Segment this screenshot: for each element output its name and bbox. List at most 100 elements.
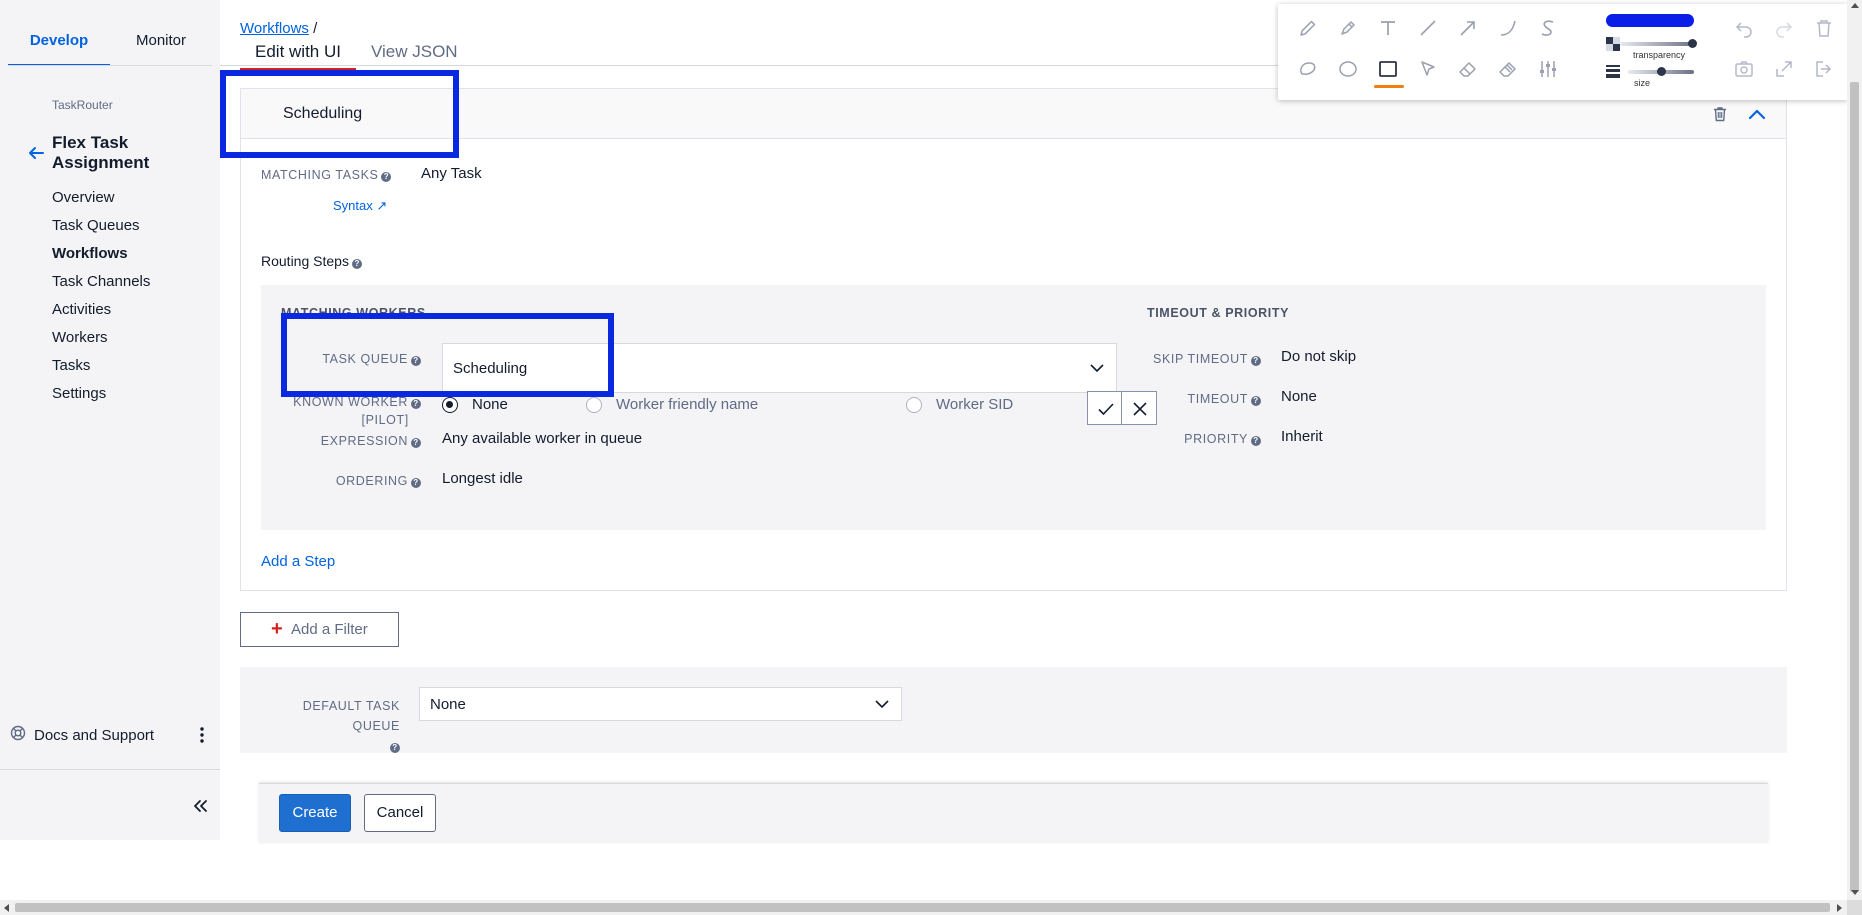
radio-worker-friendly-name[interactable]: Worker friendly name	[586, 396, 758, 413]
help-icon[interactable]: ?	[411, 478, 421, 488]
chevron-down-icon	[875, 700, 889, 709]
active-tool-indicator	[1374, 85, 1404, 88]
timeout-label: TIMEOUT?	[1121, 392, 1261, 406]
rectangle-icon[interactable]	[1376, 57, 1400, 81]
form-footer: Create Cancel	[259, 783, 1768, 843]
undo-icon[interactable]	[1732, 16, 1756, 40]
sidebar-item-task-queues[interactable]: Task Queues	[52, 212, 150, 240]
priority-value[interactable]: Inherit	[1281, 428, 1323, 445]
export-icon[interactable]	[1772, 57, 1796, 81]
breadcrumb-workflows-link[interactable]: Workflows	[240, 20, 309, 37]
priority-label: PRIORITY?	[1121, 432, 1261, 446]
sidebar-item-workflows[interactable]: Workflows	[52, 240, 150, 268]
pointer-icon[interactable]	[1416, 57, 1440, 81]
vertical-scrollbar[interactable]	[1847, 0, 1862, 900]
horizontal-scrollbar[interactable]	[0, 900, 1847, 915]
delete-filter-icon[interactable]	[1711, 105, 1729, 123]
plus-icon: +	[271, 618, 283, 640]
sidebar-nav: Overview Task Queues Workflows Task Chan…	[52, 184, 150, 408]
sidebar-item-settings[interactable]: Settings	[52, 380, 150, 408]
size-slider[interactable]	[1628, 67, 1694, 76]
default-task-queue-select[interactable]: None	[419, 687, 902, 721]
skip-timeout-label: SKIP TIMEOUT?	[1121, 352, 1261, 366]
collapse-sidebar-icon[interactable]	[190, 796, 210, 816]
routing-steps-label: Routing Steps?	[261, 253, 362, 269]
check-icon	[1098, 403, 1114, 416]
ellipse-icon[interactable]	[1336, 57, 1360, 81]
skip-timeout-value[interactable]: Do not skip	[1281, 348, 1356, 365]
arrow-icon[interactable]	[1456, 16, 1480, 40]
freehand-icon[interactable]	[1536, 16, 1560, 40]
line-icon[interactable]	[1416, 16, 1440, 40]
pencil-icon[interactable]	[1296, 16, 1320, 40]
kebab-menu-icon[interactable]	[194, 725, 210, 745]
horizontal-scroll-thumb[interactable]	[15, 903, 1830, 912]
help-icon[interactable]: ?	[1251, 356, 1261, 366]
confirm-button[interactable]	[1087, 391, 1122, 425]
sidebar-item-workers[interactable]: Workers	[52, 324, 150, 352]
color-swatch[interactable]	[1606, 14, 1694, 27]
scroll-left-arrow-icon[interactable]	[4, 904, 9, 912]
help-icon[interactable]: ?	[351, 259, 362, 269]
tab-develop[interactable]: Develop	[8, 20, 110, 66]
scroll-down-arrow-icon[interactable]	[1851, 890, 1859, 895]
add-filter-label: Add a Filter	[291, 621, 368, 638]
default-task-queue-label: DEFAULT TASK QUEUE?	[302, 699, 400, 753]
chevron-up-icon[interactable]	[1747, 105, 1767, 123]
breadcrumb: Workflows /	[240, 20, 317, 37]
fill-eraser-icon[interactable]	[1496, 57, 1520, 81]
sidebar: Develop Monitor TaskRouter Flex Task Ass…	[0, 0, 220, 840]
create-button[interactable]: Create	[279, 794, 351, 832]
scroll-right-arrow-icon[interactable]	[1837, 904, 1842, 912]
timeout-value[interactable]: None	[1281, 388, 1317, 405]
docs-support-link[interactable]: Docs and Support	[34, 727, 154, 744]
drawing-toolbar: transparency size	[1278, 4, 1848, 100]
help-icon[interactable]: ?	[390, 743, 400, 753]
sidebar-item-tasks[interactable]: Tasks	[52, 352, 150, 380]
text-icon[interactable]	[1376, 16, 1400, 40]
eraser-icon[interactable]	[1456, 57, 1480, 81]
scroll-up-arrow-icon[interactable]	[1851, 3, 1859, 8]
trash-icon[interactable]	[1812, 16, 1836, 40]
sidebar-item-overview[interactable]: Overview	[52, 184, 150, 212]
default-task-queue-section: DEFAULT TASK QUEUE? None	[240, 667, 1787, 753]
back-arrow-icon[interactable]	[26, 143, 46, 163]
lasso-icon[interactable]	[1296, 57, 1320, 81]
divider	[8, 65, 212, 66]
sidebar-tabs: Develop Monitor	[8, 20, 212, 66]
sidebar-section-label: TaskRouter	[52, 98, 113, 112]
vertical-scroll-thumb[interactable]	[1850, 82, 1859, 892]
sidebar-item-task-channels[interactable]: Task Channels	[52, 268, 150, 296]
redo-icon[interactable]	[1772, 16, 1796, 40]
expression-label: EXPRESSION?	[261, 434, 421, 448]
expression-value[interactable]: Any available worker in queue	[442, 430, 642, 447]
settings-sliders-icon[interactable]	[1536, 57, 1560, 81]
help-icon[interactable]: ?	[1251, 436, 1261, 446]
radio-worker-sid[interactable]: Worker SID	[906, 396, 1013, 413]
marker-icon[interactable]	[1336, 16, 1360, 40]
exit-icon[interactable]	[1812, 57, 1836, 81]
camera-icon[interactable]	[1732, 57, 1756, 81]
help-icon[interactable]: ?	[381, 172, 392, 182]
syntax-link[interactable]: Syntax ↗	[333, 198, 387, 214]
help-icon[interactable]: ?	[1251, 396, 1261, 406]
annotation-rectangle	[281, 313, 614, 397]
sidebar-item-activities[interactable]: Activities	[52, 296, 150, 324]
transparency-label: transparency	[1633, 50, 1686, 60]
timeout-priority-heading: TIMEOUT & PRIORITY	[1147, 306, 1290, 320]
transparency-icon	[1606, 37, 1620, 51]
divider	[0, 769, 220, 770]
curve-icon[interactable]	[1496, 16, 1520, 40]
tab-monitor[interactable]: Monitor	[110, 20, 212, 66]
add-step-link[interactable]: Add a Step	[261, 553, 335, 570]
cancel-button[interactable]: Cancel	[364, 794, 436, 832]
add-filter-button[interactable]: + Add a Filter	[240, 612, 399, 647]
radio-none[interactable]: None	[442, 396, 508, 413]
scrollbar-corner	[1847, 900, 1862, 915]
sidebar-title: Flex Task Assignment	[52, 133, 150, 172]
help-icon[interactable]: ?	[411, 399, 421, 409]
ordering-value[interactable]: Longest idle	[442, 470, 523, 487]
size-label: size	[1634, 78, 1651, 88]
transparency-slider[interactable]	[1620, 39, 1697, 48]
help-icon[interactable]: ?	[411, 438, 421, 448]
